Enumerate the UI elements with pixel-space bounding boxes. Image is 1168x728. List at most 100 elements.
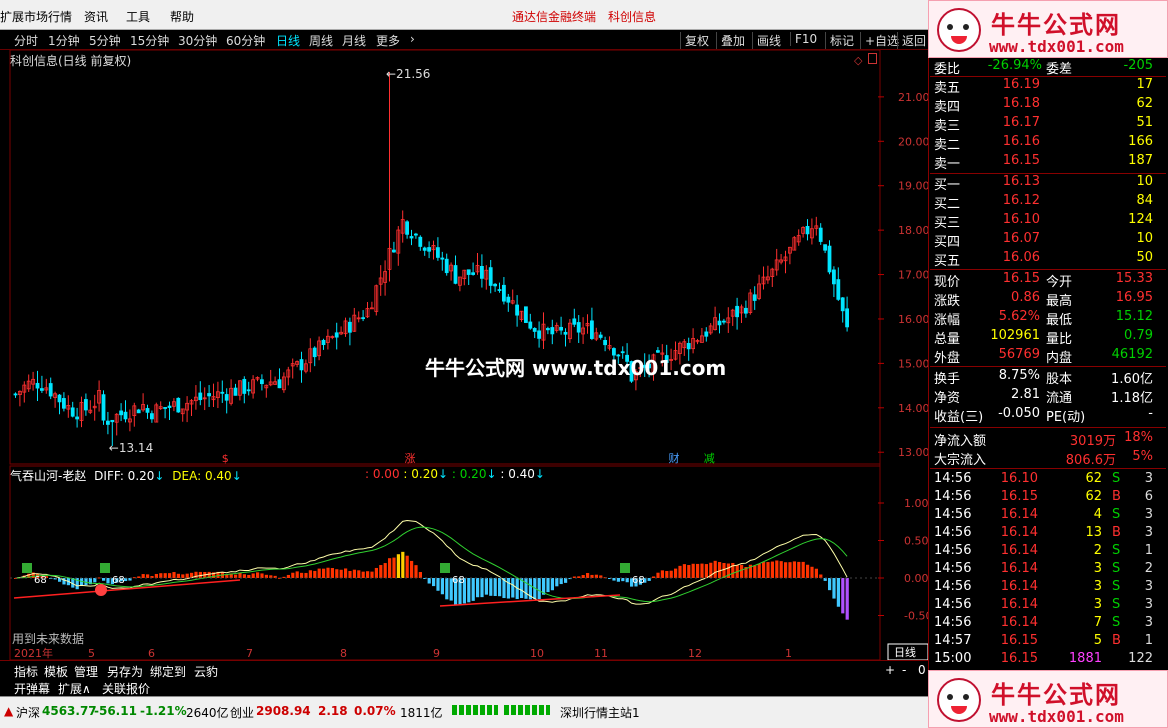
ask-volume: 51 xyxy=(1136,115,1153,130)
flow-value: 806.6万 xyxy=(1065,453,1116,468)
tick-time: 14:57 xyxy=(934,633,972,648)
window-toggle-icon[interactable] xyxy=(868,53,877,64)
candle-body xyxy=(405,221,410,235)
menu-ad-terminal[interactable]: 通达信金融终端 xyxy=(512,8,596,25)
macd-bar xyxy=(832,578,836,599)
server-status[interactable]: 深圳行情主站1 xyxy=(560,704,640,721)
date-label: 9 xyxy=(433,647,440,660)
f10-button[interactable]: F10 xyxy=(790,32,817,46)
bottom-banner-ad[interactable]: 牛牛公式网 www.tdx001.com xyxy=(928,670,1168,728)
indicator-header: 气吞山河-老赵 DIFF: 0.20↓ DEA: 0.40↓ xyxy=(10,467,242,484)
macd-bar xyxy=(304,572,308,578)
candle-body xyxy=(550,327,555,335)
top-banner-ad[interactable]: 牛牛公式网 www.tdx001.com xyxy=(928,0,1168,58)
danmaku-button[interactable]: 开弹幕 xyxy=(14,680,50,697)
related-quote-button[interactable]: 关联报价 xyxy=(102,680,150,697)
add-favorite-button[interactable]: +自选 xyxy=(860,32,899,49)
macd-bar xyxy=(366,571,370,578)
period-tab[interactable]: 30分钟 xyxy=(178,32,217,49)
ask-price: 16.16 xyxy=(1002,134,1040,149)
macd-bar xyxy=(361,571,365,578)
draw-button[interactable]: 画线 xyxy=(752,32,781,49)
macd-bar xyxy=(322,568,326,578)
sh-index-value: 4563.77 xyxy=(42,704,97,718)
macd-bar xyxy=(93,578,97,583)
zero-icon[interactable]: 0 xyxy=(918,663,926,677)
tick-time: 14:56 xyxy=(934,615,972,630)
menu-news[interactable]: 资讯 xyxy=(84,8,108,25)
macd-bar xyxy=(656,572,660,578)
macd-bar xyxy=(564,578,568,583)
period-more[interactable]: 更多 xyxy=(376,32,400,49)
macd-bar xyxy=(242,574,246,578)
date-label: 6 xyxy=(148,647,155,660)
period-tab[interactable]: 60分钟 xyxy=(226,32,265,49)
mark-button[interactable]: 标记 xyxy=(825,32,854,49)
menu-ad-stock[interactable]: 科创信息 xyxy=(608,8,656,25)
macd-bar xyxy=(792,561,796,578)
macd-bar xyxy=(678,565,682,578)
stat-label: PE(动) xyxy=(1046,410,1086,425)
indicator-value: : 0.40 xyxy=(500,467,535,481)
diamond-icon[interactable]: ◇ xyxy=(854,54,862,67)
macd-bar xyxy=(511,578,515,598)
candle-body xyxy=(149,413,154,420)
tick-time: 14:56 xyxy=(934,561,972,576)
chevron-right-icon[interactable]: › xyxy=(410,32,415,46)
back-button[interactable]: 返回 xyxy=(897,32,926,49)
banner-url: www.tdx001.com xyxy=(989,37,1124,56)
macd-y-label: -0.50 xyxy=(904,610,928,623)
candle-body xyxy=(686,343,691,350)
date-label: 2021年 xyxy=(14,646,53,660)
tick-time: 14:56 xyxy=(934,489,972,504)
stat-label: 流通 xyxy=(1046,391,1073,406)
tick-count: 3 xyxy=(1144,615,1153,630)
cy-index-pct: 0.07% xyxy=(354,704,396,718)
cy-index-name[interactable]: 创业 xyxy=(230,704,254,721)
candle-body xyxy=(435,247,440,258)
tick-volume: 3 xyxy=(1093,579,1102,594)
indicator-title[interactable]: 气吞山河-老赵 xyxy=(10,469,86,483)
tick-time: 14:56 xyxy=(934,579,972,594)
macd-bar xyxy=(559,578,563,585)
menu-help[interactable]: 帮助 xyxy=(170,8,194,25)
period-tab[interactable]: 15分钟 xyxy=(130,32,169,49)
date-label: 11 xyxy=(594,647,608,660)
menu-market[interactable]: 扩展市场行情 xyxy=(0,8,72,25)
period-tab[interactable]: 月线 xyxy=(342,32,366,49)
candle-body xyxy=(136,409,141,414)
overlay-button[interactable]: 叠加 xyxy=(716,32,745,49)
macd-bar xyxy=(383,563,387,578)
flow-label: 大宗流入 xyxy=(934,453,987,468)
macd-bar xyxy=(788,562,792,578)
candle-body xyxy=(70,407,75,417)
candle-body xyxy=(744,307,748,314)
candle-body xyxy=(409,236,414,239)
app-window: { "menu":{"items":["扩展市场行情","资讯","工具","帮… xyxy=(0,0,1168,728)
macd-bar xyxy=(616,578,620,582)
menu-tools[interactable]: 工具 xyxy=(126,8,150,25)
plus-icon[interactable]: + xyxy=(885,663,895,677)
indicator-value: : 0.20 xyxy=(451,467,487,481)
down-arrow-icon: ↓ xyxy=(534,467,545,481)
chart-title: 科创信息(日线 前复权) xyxy=(10,54,132,68)
candle-body xyxy=(62,398,66,409)
period-tab[interactable]: 分时 xyxy=(14,32,38,49)
sh-index-name[interactable]: 沪深 xyxy=(16,704,40,721)
period-tab[interactable]: 5分钟 xyxy=(89,32,121,49)
candle-body xyxy=(413,233,418,236)
expand-button[interactable]: 扩展∧ xyxy=(58,680,91,697)
macd-bar xyxy=(652,576,656,578)
candle-body xyxy=(220,391,225,394)
macd-bar xyxy=(396,554,400,578)
adjust-button[interactable]: 复权 xyxy=(680,32,709,49)
macd-bar xyxy=(106,578,110,584)
macd-bar xyxy=(414,565,418,578)
stat-value: 15.12 xyxy=(1115,309,1153,324)
period-tab[interactable]: 周线 xyxy=(309,32,333,49)
period-tab-daily[interactable]: 日线 xyxy=(276,32,300,49)
macd-bar xyxy=(467,578,471,603)
period-tab[interactable]: 1分钟 xyxy=(48,32,80,49)
minus-icon[interactable]: - xyxy=(902,663,906,677)
macd-bar xyxy=(418,572,422,578)
